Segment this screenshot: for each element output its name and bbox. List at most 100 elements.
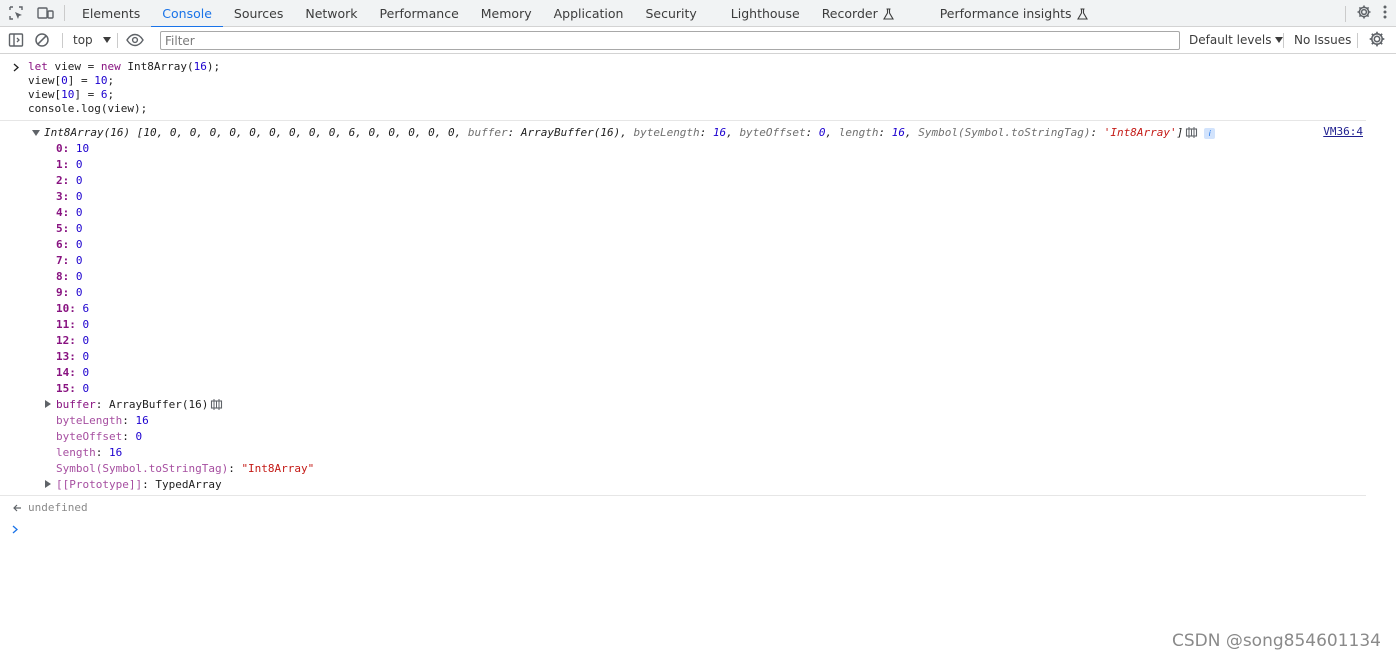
tab-lighthouse[interactable]: Lighthouse <box>720 0 811 27</box>
array-element-row: 9: 0 <box>56 286 83 299</box>
element-value: 0 <box>75 286 83 299</box>
expand-triangle-icon[interactable] <box>45 400 51 408</box>
property-value: ArrayBuffer(16) <box>109 398 209 411</box>
context-selector[interactable]: top <box>65 33 117 47</box>
toolbar-divider <box>1357 33 1358 48</box>
result-value: undefined <box>28 501 88 514</box>
code-token: view = <box>47 60 101 73</box>
tab-label: Memory <box>480 6 532 21</box>
code-token: 16 <box>193 60 207 73</box>
buffer-property[interactable]: buffer: ArrayBuffer(16) <box>56 397 223 413</box>
tab-performance-insights[interactable]: Performance insights <box>929 0 1099 27</box>
element-value: 0 <box>82 350 90 363</box>
element-value: 0 <box>75 206 83 219</box>
filter-input[interactable] <box>160 31 1180 50</box>
element-index: 12 <box>56 334 70 347</box>
tab-sources[interactable]: Sources <box>223 0 294 27</box>
device-toolbar-icon[interactable] <box>32 0 58 26</box>
element-value: 10 <box>75 142 90 155</box>
element-index: 11 <box>56 318 70 331</box>
array-element-row: 12: 0 <box>56 334 90 347</box>
summary-tag-key: Symbol(Symbol.toStringTag) <box>918 126 1091 139</box>
tab-label: Sources <box>233 6 284 21</box>
console-toolbar: top Default levels No Issues <box>0 27 1396 54</box>
element-value: 6 <box>82 302 90 315</box>
tab-network[interactable]: Network <box>294 0 368 27</box>
toolbar-divider <box>62 33 63 48</box>
tab-application[interactable]: Application <box>543 0 635 27</box>
array-element-row: 8: 0 <box>56 270 83 283</box>
issues-label: No Issues <box>1294 33 1352 47</box>
element-index: 9 <box>56 286 63 299</box>
console-settings-gear-icon[interactable] <box>1368 30 1386 52</box>
log-levels-label: Default levels <box>1189 33 1272 47</box>
element-index: 14 <box>56 366 70 379</box>
clear-console-icon[interactable] <box>29 27 55 53</box>
tab-recorder[interactable]: Recorder <box>811 0 905 27</box>
summary-byteoffset-value: 0 <box>818 126 826 139</box>
code-token: ; <box>107 88 115 101</box>
message-divider <box>0 120 1366 121</box>
expand-triangle-icon[interactable] <box>45 480 51 488</box>
code-line: let view = new Int8Array(16); <box>28 60 220 74</box>
summary-values: 10, 0, 0, 0, 0, 0, 0, 0, 0, 0, 6, 0, 0, … <box>143 126 455 139</box>
tab-label: Console <box>162 6 212 21</box>
element-index: 7 <box>56 254 63 267</box>
tab-bar-divider <box>1345 5 1346 22</box>
property-key: byteLength <box>56 414 123 427</box>
property-key: byteOffset <box>56 430 123 443</box>
array-element-row: 13: 0 <box>56 350 90 363</box>
element-index: 15 <box>56 382 70 395</box>
panel-tabs: Elements Console Sources Network Performance… <box>71 0 1099 28</box>
tab-memory[interactable]: Memory <box>470 0 543 27</box>
array-element-row: 4: 0 <box>56 206 83 219</box>
toolbar-divider <box>117 33 118 48</box>
array-element-row: 2: 0 <box>56 174 83 187</box>
prompt-chevron-icon <box>12 525 18 534</box>
experiment-flask-icon <box>1076 7 1088 20</box>
code-token: ); <box>206 60 221 73</box>
code-line: view[10] = 6; <box>28 88 114 102</box>
byteoffset-property: byteOffset: 0 <box>56 430 143 443</box>
log-levels-dropdown[interactable]: Default levels <box>1189 27 1284 53</box>
console-prompt-input[interactable] <box>28 520 1358 538</box>
property-value: 16 <box>135 414 149 427</box>
watermark: CSDN @song854601134 <box>1171 631 1381 651</box>
tab-security[interactable]: Security <box>634 0 707 27</box>
code-token: let <box>28 60 48 73</box>
collapse-triangle-icon[interactable] <box>32 130 40 136</box>
input-chevron-icon <box>13 63 19 72</box>
more-options-icon[interactable] <box>1382 4 1388 24</box>
tab-label: Performance <box>379 6 459 21</box>
settings-gear-icon[interactable] <box>1356 4 1372 24</box>
memory-inspector-icon[interactable] <box>210 399 223 410</box>
length-property: length: 16 <box>56 446 123 459</box>
tab-performance[interactable]: Performance <box>369 0 470 27</box>
array-element-row: 5: 0 <box>56 222 83 235</box>
message-divider <box>0 495 1366 496</box>
live-expression-eye-icon[interactable] <box>122 27 148 53</box>
element-value: 0 <box>82 334 90 347</box>
typed-array-summary[interactable]: Int8Array(16) [10, 0, 0, 0, 0, 0, 0, 0, … <box>44 125 1216 141</box>
issues-counter[interactable]: No Issues <box>1294 27 1351 53</box>
code-token: ] = <box>74 88 101 101</box>
summary-byteoffset-key: byteOffset <box>739 126 806 139</box>
code-token: console.log(view); <box>28 102 148 115</box>
code-token: 6 <box>100 88 108 101</box>
tab-label: Lighthouse <box>730 6 800 21</box>
array-element-row: 7: 0 <box>56 254 83 267</box>
show-sidebar-icon[interactable] <box>3 27 29 53</box>
code-token: view[ <box>28 74 62 87</box>
inspect-element-icon[interactable] <box>0 0 32 26</box>
array-element-row: 15: 0 <box>56 382 90 395</box>
code-token: 0 <box>61 74 68 87</box>
prototype-property[interactable]: [[Prototype]]: TypedArray <box>56 477 222 493</box>
source-link[interactable]: VM36:4 <box>1323 125 1363 138</box>
memory-inspector-icon[interactable] <box>1185 127 1198 138</box>
tab-elements[interactable]: Elements <box>71 0 151 27</box>
tab-console[interactable]: Console <box>151 0 223 28</box>
info-icon[interactable]: i <box>1204 128 1216 139</box>
element-value: 0 <box>75 222 83 235</box>
array-element-row: 1: 0 <box>56 158 83 171</box>
summary-bytelength-value: 16 <box>712 126 727 139</box>
